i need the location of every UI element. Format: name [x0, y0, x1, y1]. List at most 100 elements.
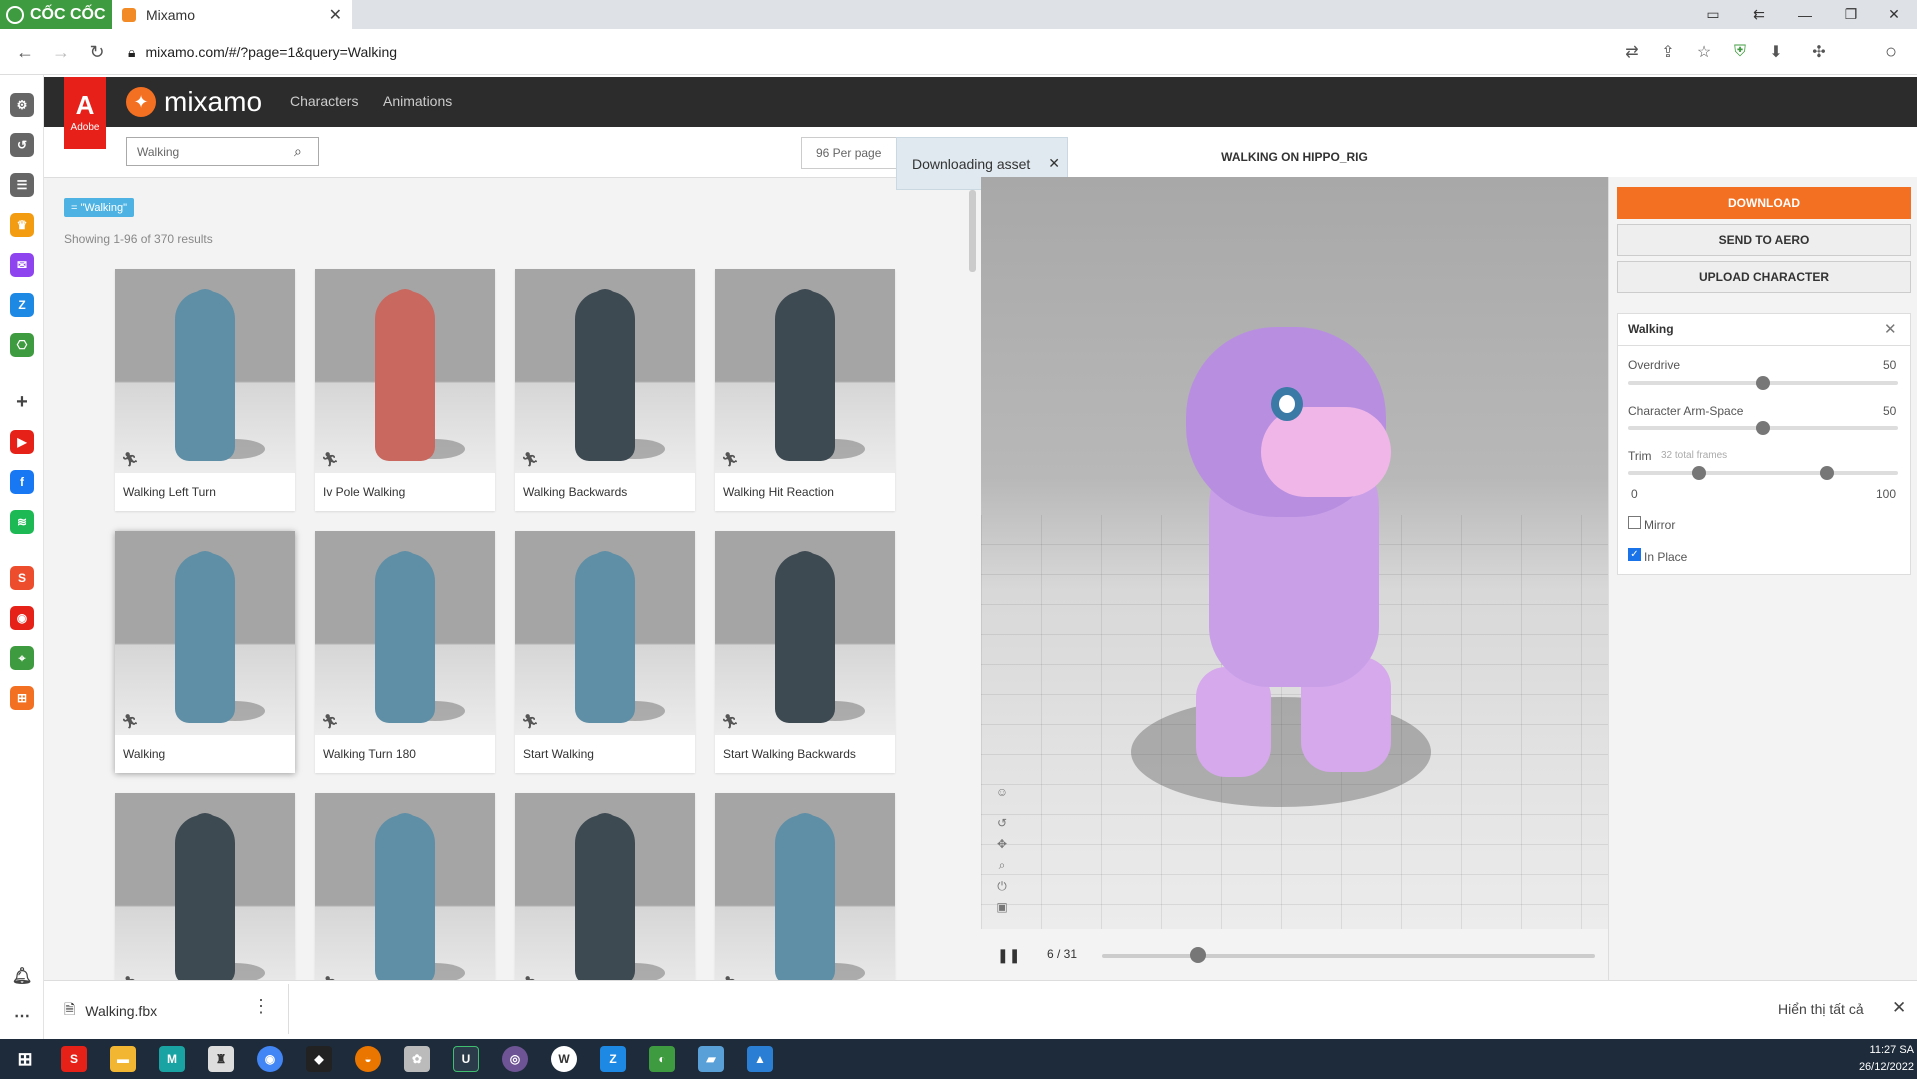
download-button[interactable]: DOWNLOAD	[1617, 187, 1911, 219]
cart-icon[interactable]: ⊞	[10, 686, 34, 710]
search-input[interactable]: Walking	[126, 137, 319, 166]
timeline-track[interactable]	[1102, 954, 1595, 958]
taskbar-app-icon[interactable]: S	[61, 1046, 87, 1072]
spotify-icon[interactable]: ≋	[10, 510, 34, 534]
zalo-taskbar-icon[interactable]: Z	[600, 1046, 626, 1072]
taskbar-app-icon[interactable]: ▰	[698, 1046, 724, 1072]
download-icon[interactable]: ⬇	[1765, 41, 1787, 63]
star-icon[interactable]: ☆	[1693, 41, 1715, 63]
animation-card[interactable]: 🏃︎ Walking Turn 180	[315, 531, 495, 773]
power-icon[interactable]: ⏻	[995, 879, 1009, 893]
coccoc-taskbar-icon[interactable]: ◐	[649, 1046, 675, 1072]
browser-brand[interactable]: CỐC CỐC	[0, 0, 112, 29]
animation-card[interactable]: 🏃︎	[515, 793, 695, 980]
notification-bell-icon[interactable]: 🔔︎	[10, 964, 34, 988]
shield-icon[interactable]: ⛨	[1729, 41, 1751, 63]
search-icon[interactable]: ⌕	[294, 143, 312, 161]
nav-characters[interactable]: Characters	[290, 93, 358, 109]
3d-viewport[interactable]	[981, 177, 1608, 929]
tab-close-icon[interactable]: ✕	[329, 5, 342, 25]
settings-close-icon[interactable]: ✕	[1884, 320, 1897, 338]
animation-card[interactable]: 🏃︎ Start Walking	[515, 531, 695, 773]
taskbar-m-icon[interactable]: M	[159, 1046, 185, 1072]
zalo-icon[interactable]: Z	[10, 293, 34, 317]
add-icon[interactable]: +	[10, 390, 34, 414]
back-history-icon[interactable]: ⇇	[1736, 0, 1782, 29]
arm-space-slider-knob[interactable]	[1756, 421, 1770, 435]
taskbar-app-icon[interactable]: ✿	[404, 1046, 430, 1072]
pan-icon[interactable]: ✥	[995, 837, 1009, 851]
minimize-icon[interactable]: —	[1782, 0, 1828, 29]
reload-icon[interactable]: ↻	[82, 37, 112, 67]
windows-start-icon[interactable]: ⊞	[12, 1046, 38, 1072]
shopee-icon[interactable]: S	[10, 566, 34, 590]
system-clock[interactable]: 11:27 SA 26/12/2022	[1840, 1042, 1914, 1076]
camera-icon[interactable]: ▣	[995, 900, 1009, 914]
animation-card[interactable]: 🏃︎	[315, 793, 495, 980]
blender-icon[interactable]: ◒	[355, 1046, 381, 1072]
url-field[interactable]: 🔒︎ mixamo.com/#/?page=1&query=Walking	[128, 35, 1598, 69]
list-scrollbar[interactable]	[969, 190, 976, 272]
taskbar-w-icon[interactable]: W	[551, 1046, 577, 1072]
download-more-icon[interactable]: ⋮	[252, 996, 270, 1017]
shopping-icon[interactable]: ◉	[10, 606, 34, 630]
extensions-icon[interactable]: ✣	[1808, 41, 1830, 63]
window-close-icon[interactable]: ✕	[1871, 0, 1917, 29]
game-controller-icon[interactable]: ⎔	[10, 333, 34, 357]
trim-end-knob[interactable]	[1820, 466, 1834, 480]
character-head	[790, 289, 820, 323]
show-all-link[interactable]: Hiển thị tất cả	[1778, 1001, 1864, 1017]
reading-list-sidebar-icon[interactable]: ☰	[10, 173, 34, 197]
overdrive-slider-knob[interactable]	[1756, 376, 1770, 390]
animation-card[interactable]: 🏃︎	[115, 793, 295, 980]
animation-card[interactable]: 🏃︎ Iv Pole Walking	[315, 269, 495, 511]
download-item[interactable]: 🗎︎ Walking.fbx	[64, 999, 157, 1023]
filter-tag[interactable]: = "Walking"	[64, 198, 135, 217]
translate-icon[interactable]: ⇄	[1621, 41, 1643, 63]
animation-card[interactable]: 🏃︎	[715, 793, 895, 980]
facebook-icon[interactable]: f	[10, 470, 34, 494]
youtube-icon[interactable]: ▶	[10, 430, 34, 454]
reading-list-icon[interactable]: ▭	[1690, 0, 1736, 29]
skeleton-icon[interactable]: ☺	[995, 785, 1009, 799]
taskbar-app-icon[interactable]: ♜	[208, 1046, 234, 1072]
trim-slider-track[interactable]	[1628, 471, 1898, 475]
photos-icon[interactable]: ▲	[747, 1046, 773, 1072]
back-icon[interactable]: ←	[10, 37, 40, 67]
animation-card[interactable]: 🏃︎ Walking Hit Reaction	[715, 269, 895, 511]
unity-icon[interactable]: ◆	[306, 1046, 332, 1072]
animation-card[interactable]: 🏃︎ Walking	[115, 531, 295, 773]
nav-animations[interactable]: Animations	[383, 93, 452, 109]
upwork-icon[interactable]: U	[453, 1046, 479, 1072]
trim-start-knob[interactable]	[1692, 466, 1706, 480]
animation-card[interactable]: 🏃︎ Walking Backwards	[515, 269, 695, 511]
crown-icon[interactable]: ♛	[10, 213, 34, 237]
profile-icon[interactable]: ○	[1880, 41, 1902, 63]
history-icon[interactable]: ↺	[10, 133, 34, 157]
zoom-icon[interactable]: ⌕	[995, 858, 1009, 872]
pause-icon[interactable]: ❚❚	[997, 947, 1020, 964]
settings-gear-icon[interactable]: ⚙	[10, 93, 34, 117]
downloads-close-icon[interactable]: ✕	[1892, 998, 1906, 1018]
in-place-checkbox[interactable]: ✓	[1628, 548, 1641, 561]
timeline-knob[interactable]	[1189, 947, 1206, 963]
animation-card[interactable]: 🏃︎ Walking Left Turn	[115, 269, 295, 511]
forward-icon[interactable]: →	[46, 37, 76, 67]
file-explorer-icon[interactable]: ▬	[110, 1046, 136, 1072]
animation-card[interactable]: 🏃︎ Start Walking Backwards	[715, 531, 895, 773]
more-icon[interactable]: ⋯	[10, 1004, 34, 1028]
share-icon[interactable]: ⇪	[1657, 41, 1679, 63]
mirror-checkbox[interactable]	[1628, 516, 1641, 529]
maps-icon[interactable]: ⌖	[10, 646, 34, 670]
adobe-logo[interactable]: A Adobe	[64, 77, 106, 149]
messenger-icon[interactable]: ✉	[10, 253, 34, 277]
reset-view-icon[interactable]: ↺	[995, 816, 1009, 830]
tab-mixamo[interactable]: Mixamo ✕	[112, 0, 352, 29]
chrome-icon[interactable]: ◉	[257, 1046, 283, 1072]
per-page-select[interactable]: 96 Per page	[801, 137, 897, 169]
github-icon[interactable]: ◎	[502, 1046, 528, 1072]
send-to-aero-button[interactable]: SEND TO AERO	[1617, 224, 1911, 256]
mixamo-logo[interactable]: ✦ mixamo	[126, 85, 262, 119]
upload-character-button[interactable]: UPLOAD CHARACTER	[1617, 261, 1911, 293]
restore-icon[interactable]: ❐	[1828, 0, 1874, 29]
